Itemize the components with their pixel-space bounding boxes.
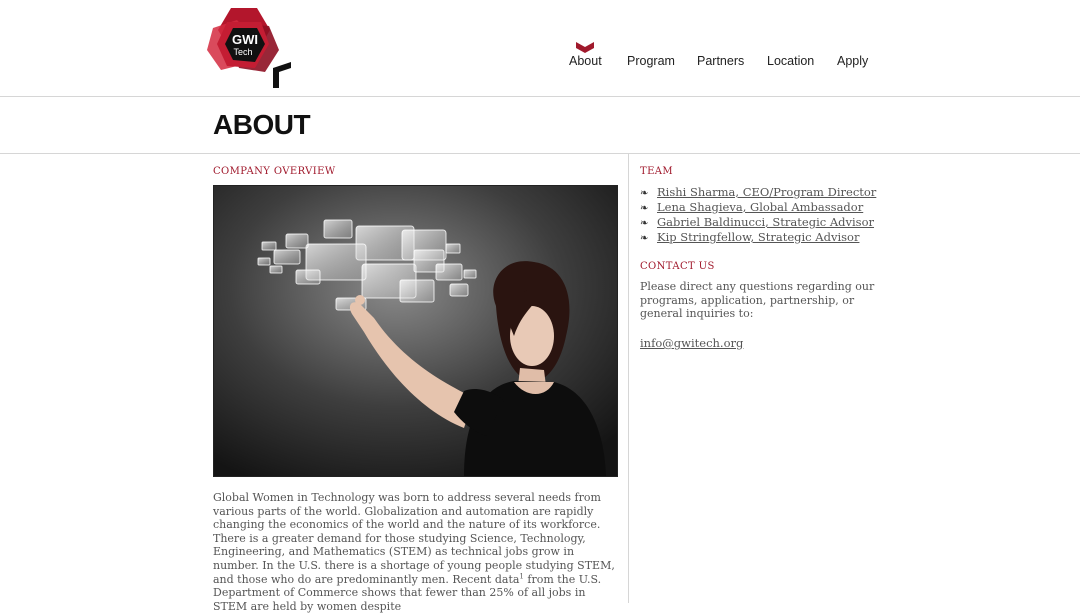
site-header: GWI Tech About Program Partners Location… xyxy=(0,0,1080,97)
list-item: ❧ Lena Shagieva, Global Ambassador xyxy=(640,200,876,215)
nav-location[interactable]: Location xyxy=(767,54,814,68)
fleuron-icon: ❧ xyxy=(640,188,649,199)
title-band: ABOUT xyxy=(0,97,1080,154)
team-member-link[interactable]: Rishi Sharma, CEO/Program Director xyxy=(657,185,876,199)
team-list: ❧ Rishi Sharma, CEO/Program Director ❧ Len… xyxy=(640,185,876,245)
contact-description: Please direct any questions regarding ou… xyxy=(640,280,875,321)
team-heading: TEAM xyxy=(640,166,674,177)
team-member-link[interactable]: Gabriel Baldinucci, Strategic Advisor xyxy=(657,215,874,229)
logo-text-gwi: GWI xyxy=(232,32,258,47)
active-nav-chevron-icon xyxy=(576,42,594,53)
contact-email-link[interactable]: info@gwitech.org xyxy=(640,336,743,350)
fleuron-icon: ❧ xyxy=(640,203,649,214)
team-member-link[interactable]: Kip Stringfellow, Strategic Advisor xyxy=(657,230,859,244)
contact-us-heading: CONTACT US xyxy=(640,261,715,272)
nav-about[interactable]: About xyxy=(569,54,602,68)
column-divider xyxy=(628,154,629,603)
gwi-tech-logo[interactable]: GWI Tech xyxy=(207,6,297,90)
hero-image xyxy=(213,185,618,477)
fleuron-icon: ❧ xyxy=(640,233,649,244)
overview-paragraph: Global Women in Technology was born to a… xyxy=(213,491,618,613)
nav-partners[interactable]: Partners xyxy=(697,54,744,68)
list-item: ❧ Kip Stringfellow, Strategic Advisor xyxy=(640,230,876,245)
overview-text-part1: Global Women in Technology was born to a… xyxy=(213,491,615,586)
main-nav: About Program Partners Location Apply xyxy=(0,54,1080,74)
fleuron-icon: ❧ xyxy=(640,218,649,229)
list-item: ❧ Gabriel Baldinucci, Strategic Advisor xyxy=(640,215,876,230)
team-member-link[interactable]: Lena Shagieva, Global Ambassador xyxy=(657,200,863,214)
page-title: ABOUT xyxy=(213,109,311,140)
company-overview-heading: COMPANY OVERVIEW xyxy=(213,166,336,177)
list-item: ❧ Rishi Sharma, CEO/Program Director xyxy=(640,185,876,200)
nav-apply[interactable]: Apply xyxy=(837,54,868,68)
nav-program[interactable]: Program xyxy=(627,54,675,68)
